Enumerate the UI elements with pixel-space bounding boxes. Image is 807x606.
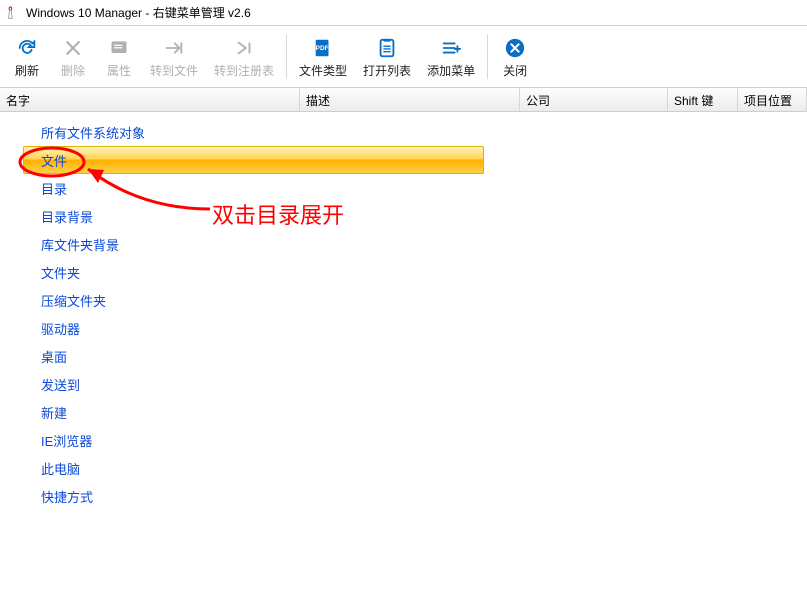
tree-item-label: 目录: [24, 179, 67, 198]
tree-item-label: 文件夹: [24, 263, 80, 282]
window-title: Windows 10 Manager - 右键菜单管理 v2.6: [26, 4, 251, 21]
tree-item-library-bg[interactable]: 库文件夹背景: [24, 230, 807, 258]
tree-item-label: 驱动器: [24, 319, 80, 338]
properties-icon: [107, 36, 131, 60]
tree-item-shortcut[interactable]: 快捷方式: [24, 482, 807, 510]
open-list-icon: [375, 36, 399, 60]
close-icon: [503, 36, 527, 60]
toolbar-label: 转到注册表: [214, 62, 274, 79]
file-type-icon: PDF: [311, 36, 335, 60]
goto-file-icon: [162, 36, 186, 60]
tree-item-label: 库文件夹背景: [24, 235, 119, 254]
toolbar-label: 转到文件: [150, 62, 198, 79]
app-icon: [6, 6, 20, 20]
tree: 所有文件系统对象 文件 目录 目录背景 库文件夹背景 文件夹 压缩文件夹 驱动器…: [0, 112, 807, 510]
toolbar-separator: [286, 34, 287, 79]
list-area: 所有文件系统对象 文件 目录 目录背景 库文件夹背景 文件夹 压缩文件夹 驱动器…: [0, 112, 807, 606]
titlebar: Windows 10 Manager - 右键菜单管理 v2.6: [0, 0, 807, 26]
tree-item-send-to[interactable]: 发送到: [24, 370, 807, 398]
close-button[interactable]: 关闭: [492, 26, 538, 87]
column-desc[interactable]: 描述: [300, 88, 520, 111]
tree-item-label: 新建: [24, 403, 67, 422]
delete-button[interactable]: 删除: [50, 26, 96, 87]
tree-item-label: 快捷方式: [24, 487, 93, 506]
tree-item-label: IE浏览器: [24, 431, 92, 450]
tree-item-label: 目录背景: [24, 207, 93, 226]
delete-icon: [61, 36, 85, 60]
svg-text:PDF: PDF: [316, 45, 329, 52]
column-name[interactable]: 名字: [0, 88, 300, 111]
tree-item-label: 压缩文件夹: [24, 291, 106, 310]
toolbar-label: 关闭: [503, 62, 527, 79]
column-shift[interactable]: Shift 键: [668, 88, 738, 111]
tree-item-label: 文件: [24, 151, 67, 170]
goto-registry-button[interactable]: 转到注册表: [206, 26, 282, 87]
tree-item-compressed-folder[interactable]: 压缩文件夹: [24, 286, 807, 314]
toolbar-label: 文件类型: [299, 62, 347, 79]
refresh-button[interactable]: 刷新: [4, 26, 50, 87]
tree-item-new[interactable]: 新建: [24, 398, 807, 426]
tree-item-file[interactable]: 文件: [24, 146, 484, 174]
column-company[interactable]: 公司: [520, 88, 668, 111]
tree-item-desktop[interactable]: 桌面: [24, 342, 807, 370]
column-pos[interactable]: 项目位置: [738, 88, 807, 111]
tree-item-label: 此电脑: [24, 459, 80, 478]
tree-item-label: 桌面: [24, 347, 67, 366]
properties-button[interactable]: 属性: [96, 26, 142, 87]
add-menu-button[interactable]: 添加菜单: [419, 26, 483, 87]
goto-registry-icon: [232, 36, 256, 60]
toolbar-label: 添加菜单: [427, 62, 475, 79]
column-headers: 名字 描述 公司 Shift 键 项目位置: [0, 88, 807, 112]
tree-item-drive[interactable]: 驱动器: [24, 314, 807, 342]
tree-item-this-pc[interactable]: 此电脑: [24, 454, 807, 482]
tree-item-label: 所有文件系统对象: [24, 123, 145, 142]
goto-file-button[interactable]: 转到文件: [142, 26, 206, 87]
refresh-icon: [15, 36, 39, 60]
toolbar-separator: [487, 34, 488, 79]
open-list-button[interactable]: 打开列表: [355, 26, 419, 87]
toolbar-label: 打开列表: [363, 62, 411, 79]
toolbar: 刷新 删除 属性 转到文件: [0, 26, 807, 88]
tree-item-ie-browser[interactable]: IE浏览器: [24, 426, 807, 454]
tree-item-all-files[interactable]: 所有文件系统对象: [24, 118, 807, 146]
toolbar-label: 属性: [107, 62, 131, 79]
toolbar-label: 删除: [61, 62, 85, 79]
file-type-button[interactable]: PDF 文件类型: [291, 26, 355, 87]
tree-item-directory-bg[interactable]: 目录背景: [24, 202, 807, 230]
toolbar-label: 刷新: [15, 62, 39, 79]
add-menu-icon: [439, 36, 463, 60]
tree-item-folder[interactable]: 文件夹: [24, 258, 807, 286]
tree-item-directory[interactable]: 目录: [24, 174, 807, 202]
tree-item-label: 发送到: [24, 375, 80, 394]
